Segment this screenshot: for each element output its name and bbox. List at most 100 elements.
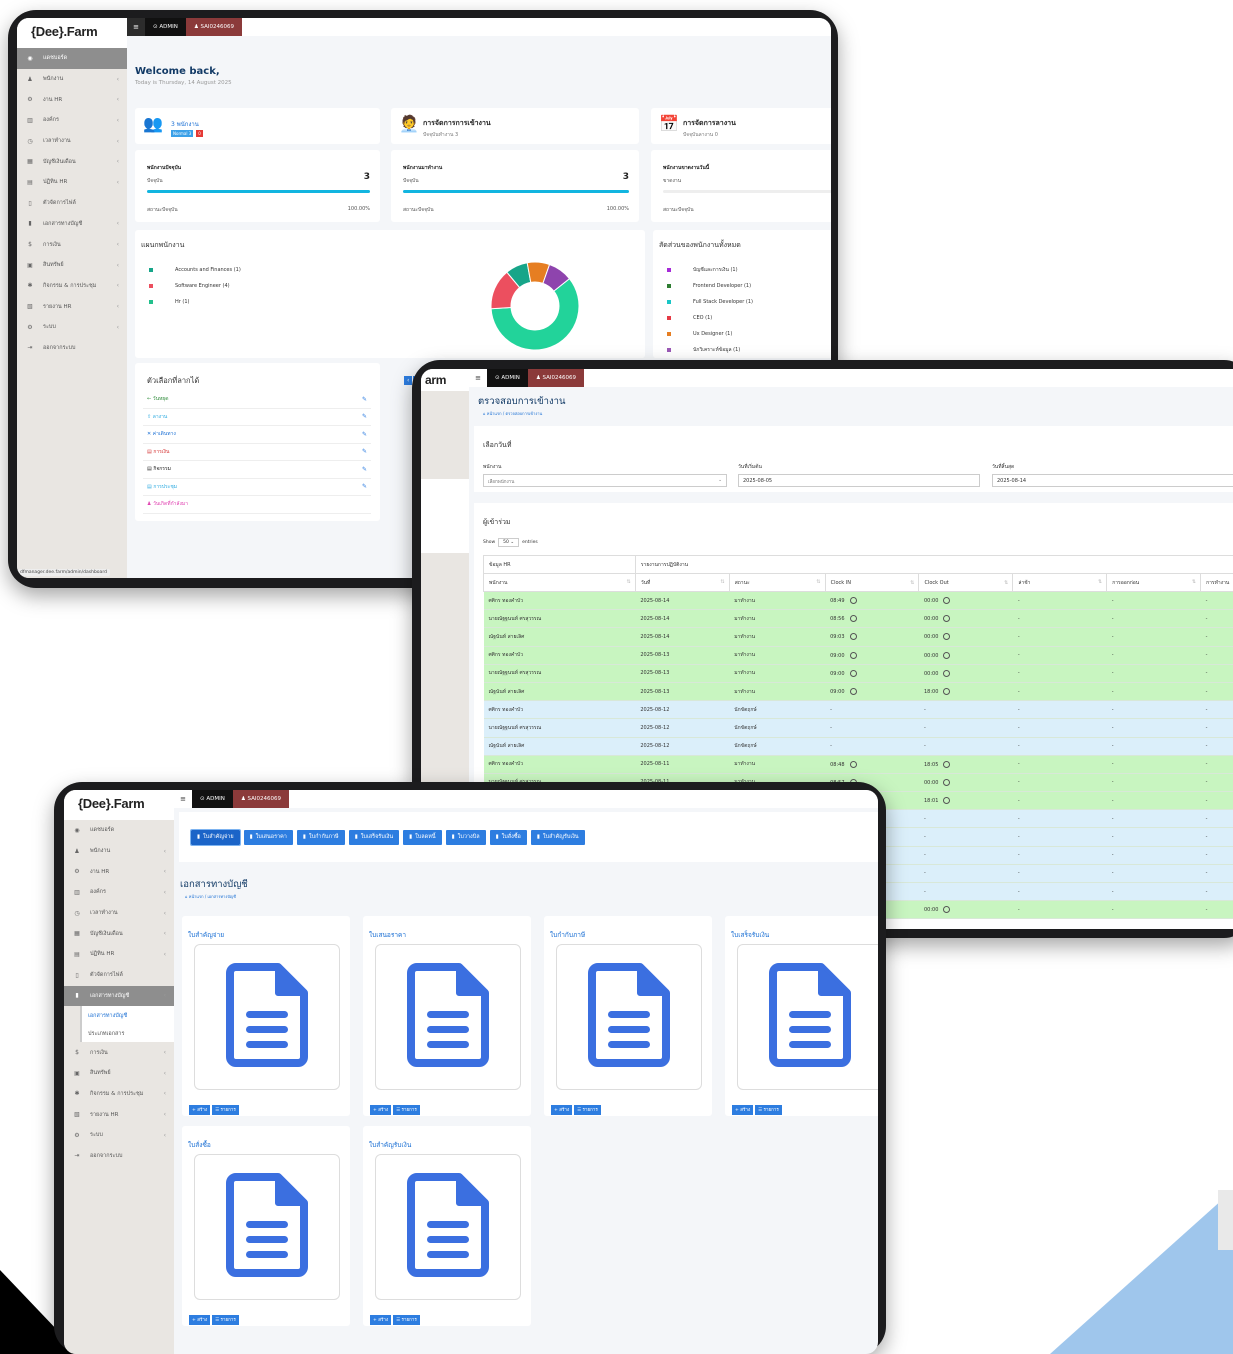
- doc-card-title[interactable]: ใบเสร็จรับเงิน: [731, 930, 769, 940]
- edit-icon[interactable]: ✎: [362, 448, 367, 455]
- clock-icon[interactable]: [943, 778, 951, 786]
- sidebar-item[interactable]: ▦ บัญชีเงินเดือน ‹: [64, 923, 174, 944]
- doc-box[interactable]: [375, 944, 521, 1090]
- doc-box[interactable]: [737, 944, 878, 1090]
- doc-card-title[interactable]: ใบสั่งซื้อ: [188, 1140, 211, 1150]
- menu-toggle-icon[interactable]: ≡: [174, 790, 192, 808]
- admin-badge[interactable]: ⊙ ADMIN: [145, 18, 186, 36]
- doc-tab[interactable]: ▮ ใบกำกับภาษี: [296, 829, 345, 845]
- doc-tab[interactable]: ▮ ใบสั่งซื้อ: [489, 829, 527, 845]
- sidebar-item[interactable]: ♟ พนักงาน ‹: [17, 69, 127, 90]
- create-button[interactable]: + สร้าง: [189, 1104, 211, 1115]
- doc-tab[interactable]: ▮ ใบเสนอราคา: [243, 829, 293, 845]
- clock-icon[interactable]: [849, 669, 857, 677]
- sidebar-item[interactable]: ▣ สินทรัพย์ ‹: [64, 1063, 174, 1084]
- sidebar-item[interactable]: ▣ สินทรัพย์ ‹: [17, 255, 127, 276]
- doc-card-title[interactable]: ใบสำคัญรับเงิน: [369, 1140, 411, 1150]
- table-row[interactable]: นายณัฐฐนนท์ ศรสุวรรณ 2025-08-12 นักขัตฤก…: [483, 718, 1233, 738]
- list-button[interactable]: ☰ รายการ: [212, 1314, 239, 1325]
- column-header[interactable]: ล่าช้า ⇅: [1012, 573, 1108, 592]
- admin-badge[interactable]: ⊙ ADMIN: [487, 369, 528, 387]
- table-row[interactable]: ณัฐนันท์ สายเลิศ 2025-08-14 มาทำงาน 09:0…: [483, 627, 1233, 647]
- list-button[interactable]: ☰ รายการ: [755, 1104, 782, 1115]
- edit-icon[interactable]: ✎: [362, 483, 367, 490]
- doc-tab[interactable]: ▮ ใบวางบิล: [445, 829, 486, 845]
- sidebar-item[interactable]: ▥ องค์กร ‹: [64, 882, 174, 903]
- list-button[interactable]: ☰ รายการ: [393, 1314, 420, 1325]
- clock-icon[interactable]: [943, 651, 951, 659]
- sidebar-item[interactable]: ▤ ปฏิทิน HR ‹: [64, 944, 174, 965]
- sidebar-item[interactable]: ◷ เวลาทำงาน ‹: [64, 903, 174, 924]
- clock-icon[interactable]: [943, 906, 951, 914]
- sidebar-item[interactable]: ⚙ ระบบ ‹: [17, 317, 127, 338]
- doc-card-title[interactable]: ใบเสนอราคา: [369, 930, 406, 940]
- entries-select[interactable]: 50 ⌄: [498, 538, 520, 547]
- clock-icon[interactable]: [943, 797, 951, 805]
- sidebar-item[interactable]: ⚙ งาน HR ‹: [64, 861, 174, 882]
- doc-tab[interactable]: ▮ ใบลดหนี้: [403, 829, 442, 845]
- submenu-item[interactable]: ประเภทเอกสาร: [82, 1024, 174, 1042]
- draggable-option[interactable]: ♟ วันเกิดที่กำลังมา: [143, 496, 371, 514]
- sidebar-item[interactable]: ▥ องค์กร ‹: [17, 110, 127, 131]
- sidebar-item[interactable]: ▯ ตัวจัดการไฟล์: [17, 193, 127, 214]
- create-button[interactable]: + สร้าง: [732, 1104, 754, 1115]
- draggable-option[interactable]: ▤ กิจกรรม ✎: [143, 461, 371, 479]
- sidebar-item[interactable]: ♟ พนักงาน ‹: [64, 841, 174, 862]
- sidebar-item[interactable]: ▮ เอกสารทางบัญชี ‹: [17, 214, 127, 235]
- breadcrumb[interactable]: ⌂ หน้าแรก / เอกสารทางบัญชี: [185, 893, 236, 900]
- clock-icon[interactable]: [943, 615, 951, 623]
- sidebar-item[interactable]: ✱ กิจกรรม & การประชุม ‹: [17, 276, 127, 297]
- submenu-item[interactable]: เอกสารทางบัญชี: [82, 1006, 174, 1024]
- clock-icon[interactable]: [849, 651, 857, 659]
- doc-tab[interactable]: ▮ ใบสำคัญรับเงิน: [530, 829, 585, 845]
- table-row[interactable]: นายณัฐฐนนท์ ศรสุวรรณ 2025-08-13 มาทำงาน …: [483, 664, 1233, 683]
- column-header[interactable]: สถานะ ⇅: [728, 573, 826, 592]
- sidebar-item[interactable]: ▦ บัญชีเงินเดือน ‹: [17, 151, 127, 172]
- list-button[interactable]: ☰ รายการ: [212, 1104, 239, 1115]
- clock-icon[interactable]: [849, 633, 857, 641]
- column-header[interactable]: Clock IN ⇅: [824, 573, 920, 592]
- list-button[interactable]: ☰ รายการ: [574, 1104, 601, 1115]
- create-button[interactable]: + สร้าง: [370, 1314, 392, 1325]
- list-button[interactable]: ☰ รายการ: [393, 1104, 420, 1115]
- sidebar-item[interactable]: ▮ เอกสารทางบัญชี ‹: [64, 985, 174, 1007]
- doc-tab[interactable]: ▮ ใบสำคัญจ่าย: [190, 828, 241, 846]
- sidebar-item[interactable]: ▯ ตัวจัดการไฟล์: [64, 965, 174, 986]
- breadcrumb[interactable]: ⌂ หน้าแรก / ตรวจสอบการเข้างาน: [483, 410, 542, 417]
- sidebar-item[interactable]: ◉ แดชบอร์ด: [17, 48, 127, 69]
- doc-card-title[interactable]: ใบสำคัญจ่าย: [188, 930, 224, 940]
- create-button[interactable]: + สร้าง: [370, 1104, 392, 1115]
- stat-leave[interactable]: 📅 การจัดการลางาน ปัจจุบันลางาน 0: [651, 108, 831, 144]
- clock-icon[interactable]: [943, 597, 951, 605]
- draggable-option[interactable]: ← วันหยุด ✎: [143, 391, 371, 409]
- clock-icon[interactable]: [943, 688, 951, 696]
- clock-icon[interactable]: [943, 669, 951, 677]
- sidebar-item[interactable]: ⇥ ออกจากระบบ: [17, 338, 127, 359]
- brand-logo[interactable]: {Dee}.Farm: [17, 18, 127, 48]
- table-row[interactable]: ศศิกร ทองคำบัว 2025-08-12 นักขัตฤกษ์ - -…: [483, 700, 1233, 720]
- sidebar-item[interactable]: ▤ ปฏิทิน HR ‹: [17, 172, 127, 193]
- create-button[interactable]: + สร้าง: [551, 1104, 573, 1115]
- table-row[interactable]: ศศิกร ทองคำบัว 2025-08-13 มาทำงาน 09:00 …: [483, 646, 1233, 665]
- edit-icon[interactable]: ✎: [362, 431, 367, 438]
- menu-toggle-icon[interactable]: ≡: [469, 369, 487, 387]
- sidebar-item[interactable]: ⚙ งาน HR ‹: [17, 89, 127, 110]
- doc-box[interactable]: [194, 944, 340, 1090]
- draggable-option[interactable]: ▤ การเงิน ✎: [143, 444, 371, 461]
- dept-donut-chart[interactable]: [485, 256, 585, 356]
- prev-icon[interactable]: ‹: [404, 376, 413, 385]
- sidebar-item[interactable]: ▧ รายงาน HR ‹: [17, 296, 127, 317]
- sidebar-item[interactable]: ⚙ ระบบ ‹: [64, 1125, 174, 1146]
- column-header[interactable]: พนักงาน ⇅: [483, 573, 636, 592]
- column-header[interactable]: การออกก่อน ⇅: [1106, 573, 1202, 592]
- table-row[interactable]: ศศิกร ทองคำบัว 2025-08-14 มาทำงาน 08:49 …: [483, 591, 1233, 611]
- clock-icon[interactable]: [849, 597, 857, 605]
- edit-icon[interactable]: ✎: [362, 413, 367, 420]
- doc-box[interactable]: [375, 1154, 521, 1300]
- stat-attendance[interactable]: 🧑‍💼 การจัดการการเข้างาน ปัจจุบันทำงาน 3: [391, 108, 639, 144]
- doc-tab[interactable]: ▮ ใบเสร็จรับเงิน: [348, 829, 400, 845]
- doc-box[interactable]: [556, 944, 702, 1090]
- stat-employees[interactable]: 👥 3 พนักงาน Normal 3 0: [135, 108, 380, 144]
- draggable-option[interactable]: ✕ ค่าเดินทาง ✎: [143, 426, 371, 444]
- table-row[interactable]: ศศิกร ทองคำบัว 2025-08-11 มาทำงาน 08:48 …: [483, 755, 1233, 774]
